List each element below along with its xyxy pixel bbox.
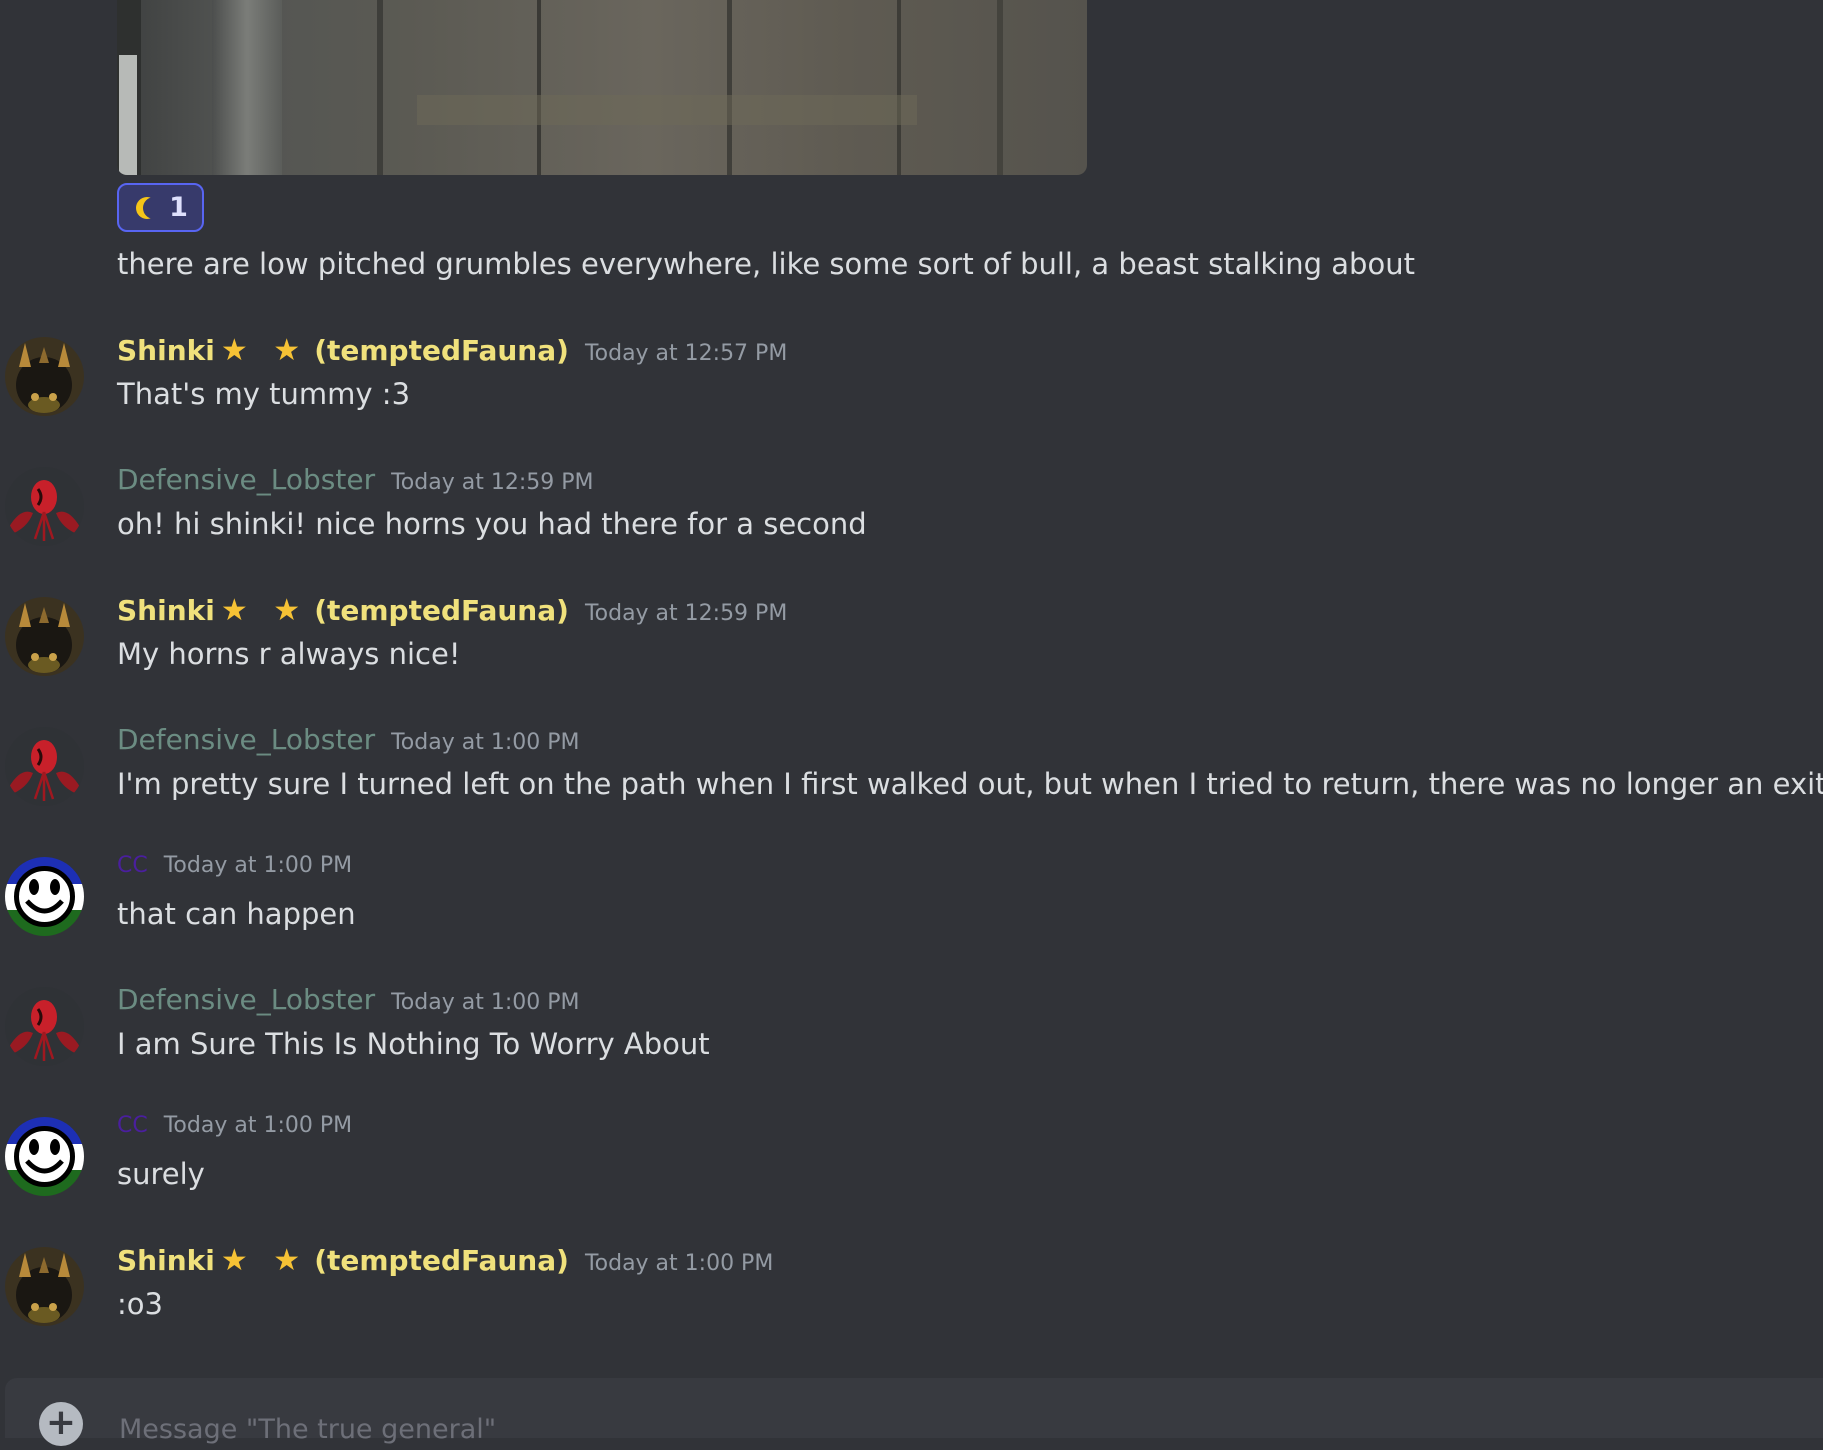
chat-message: Shinki ★ ★ (temptedFauna) Today at 12:57… [0, 333, 1823, 453]
message-input[interactable] [117, 1408, 1771, 1450]
star-icons: ★ ★ [220, 593, 309, 628]
star-icons: ★ ★ [220, 1243, 309, 1278]
message-text: :o3 [117, 1287, 163, 1321]
avatar-shinki[interactable] [5, 1247, 84, 1326]
message-text: I am Sure This Is Nothing To Worry About [117, 1027, 710, 1061]
avatar-cc[interactable] [5, 1117, 84, 1196]
chat-message: CC Today at 1:00 PM that can happen [0, 853, 1823, 973]
chat-message: Shinki ★ ★ (temptedFauna) Today at 1:00 … [0, 1243, 1823, 1363]
timestamp: Today at 1:00 PM [391, 730, 580, 755]
star-icons: ★ ★ [220, 333, 309, 368]
message-text: that can happen [117, 897, 356, 931]
timestamp: Today at 12:57 PM [584, 341, 788, 366]
avatar-shinki[interactable] [5, 597, 84, 676]
author-name[interactable]: Shinki [117, 1244, 215, 1277]
chat-message: CC Today at 1:00 PM surely [0, 1113, 1823, 1233]
reaction-moon[interactable]: 1 [117, 183, 204, 232]
message-text: I'm pretty sure I turned left on the pat… [117, 767, 1823, 801]
add-attachment-button[interactable]: + [39, 1402, 83, 1446]
timestamp: Today at 12:59 PM [391, 470, 594, 495]
author-handle[interactable]: (temptedFauna) [314, 1244, 569, 1277]
image-attachment[interactable] [117, 0, 1087, 175]
author-name[interactable]: Defensive_Lobster [117, 723, 375, 756]
message-text: That's my tummy :3 [117, 377, 411, 411]
author-handle[interactable]: (temptedFauna) [314, 334, 569, 367]
message-text: oh! hi shinki! nice horns you had there … [117, 507, 867, 541]
timestamp: Today at 1:00 PM [584, 1251, 774, 1276]
author-name[interactable]: Shinki [117, 334, 215, 367]
timestamp: Today at 1:00 PM [391, 990, 580, 1015]
author-name[interactable]: Defensive_Lobster [117, 463, 375, 496]
avatar-lobster[interactable] [5, 727, 84, 806]
message-text: My horns r always nice! [117, 637, 461, 671]
avatar-lobster[interactable] [5, 467, 84, 546]
timestamp: Today at 1:00 PM [163, 853, 353, 878]
plus-icon: + [45, 1402, 77, 1443]
chat-message: Defensive_Lobster Today at 1:00 PM I'm p… [0, 723, 1823, 843]
crescent-moon-icon [136, 197, 158, 219]
author-name[interactable]: CC [117, 1113, 148, 1138]
avatar-lobster[interactable] [5, 987, 84, 1066]
chat-message: Shinki ★ ★ (temptedFauna) Today at 12:59… [0, 593, 1823, 713]
author-name[interactable]: CC [117, 853, 148, 878]
message-text: there are low pitched grumbles everywher… [117, 247, 1415, 281]
reaction-count: 1 [169, 192, 188, 223]
avatar-cc[interactable] [5, 857, 84, 936]
chat-message: Defensive_Lobster Today at 12:59 PM oh! … [0, 463, 1823, 583]
timestamp: Today at 1:00 PM [163, 1113, 353, 1138]
message-composer: + [5, 1378, 1823, 1450]
author-name[interactable]: Defensive_Lobster [117, 983, 375, 1016]
author-name[interactable]: Shinki [117, 594, 215, 627]
chat-message: Defensive_Lobster Today at 1:00 PM I am … [0, 983, 1823, 1103]
avatar-shinki[interactable] [5, 337, 84, 416]
author-handle[interactable]: (temptedFauna) [314, 594, 569, 627]
timestamp: Today at 12:59 PM [584, 601, 788, 626]
message-text: surely [117, 1157, 205, 1191]
